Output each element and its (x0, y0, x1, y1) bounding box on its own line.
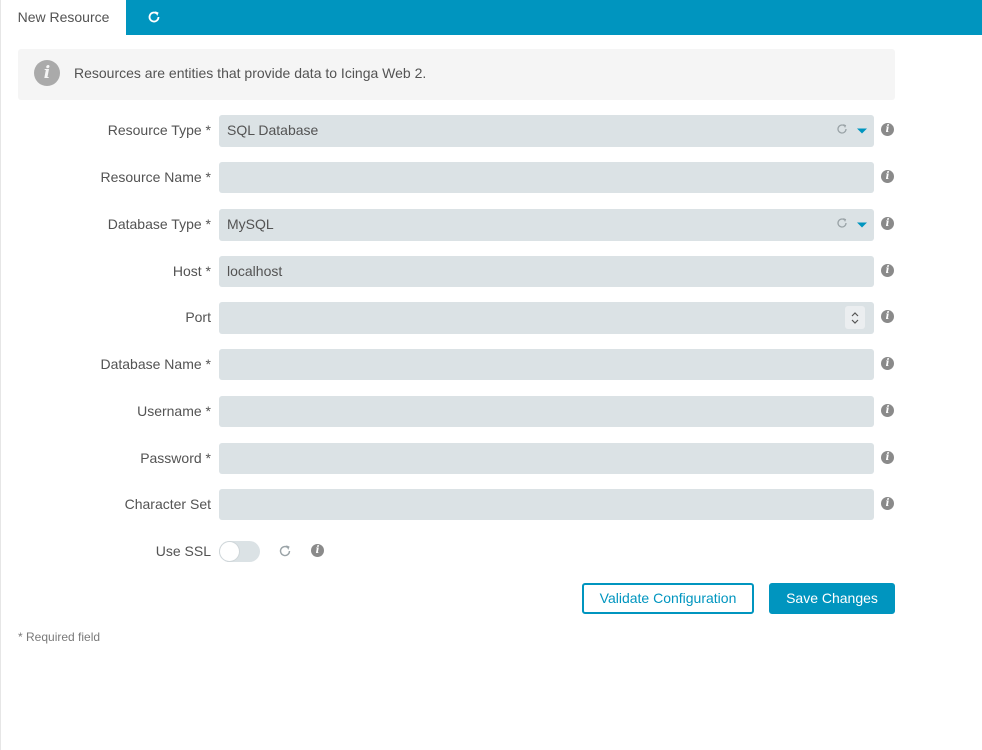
port-input[interactable] (219, 302, 874, 334)
database-type-help-icon[interactable]: i (881, 217, 894, 230)
username-input[interactable] (219, 396, 874, 427)
resource-type-value: SQL Database (227, 122, 319, 138)
row-password: Password * i (1, 443, 901, 475)
tab-new-resource[interactable]: New Resource (1, 0, 126, 35)
chevron-down-icon (856, 209, 868, 239)
host-label: Host * (172, 263, 211, 279)
character-set-help-icon[interactable]: i (881, 497, 894, 510)
resource-type-label: Resource Type * (107, 122, 211, 138)
page: New Resource i Resources are entities th… (0, 0, 982, 750)
port-stepper[interactable] (845, 306, 865, 329)
required-field-note: * Required field (18, 630, 101, 644)
database-type-select[interactable]: MySQL (219, 209, 874, 241)
refresh-icon (147, 9, 161, 25)
host-input[interactable]: localhost (219, 256, 874, 287)
row-port: Port i (1, 302, 901, 334)
resource-type-select[interactable]: SQL Database (219, 115, 874, 147)
username-label: Username * (137, 403, 211, 419)
character-set-label: Character Set (124, 496, 211, 512)
port-label: Port (185, 309, 211, 325)
autosubmit-refresh-icon (836, 115, 848, 145)
row-host: Host * localhost i (1, 256, 901, 288)
use-ssl-label: Use SSL (155, 543, 211, 559)
row-resource-name: Resource Name * i (1, 162, 901, 194)
port-help-icon[interactable]: i (881, 310, 894, 323)
password-input[interactable] (219, 443, 874, 474)
resource-name-input[interactable] (219, 162, 874, 193)
row-resource-type: Resource Type * SQL Database i (1, 115, 901, 147)
stepper-arrows-icon (851, 311, 859, 324)
row-username: Username * i (1, 396, 901, 428)
autosubmit-refresh-icon (278, 544, 292, 561)
database-name-help-icon[interactable]: i (881, 357, 894, 370)
row-character-set: Character Set i (1, 489, 901, 521)
row-use-ssl: Use SSL i (1, 536, 901, 568)
row-database-name: Database Name * i (1, 349, 901, 381)
username-help-icon[interactable]: i (881, 404, 894, 417)
row-database-type: Database Type * MySQL i (1, 209, 901, 241)
use-ssl-toggle[interactable] (219, 541, 260, 562)
toggle-knob (220, 542, 239, 561)
save-changes-button[interactable]: Save Changes (769, 583, 895, 614)
info-message: i Resources are entities that provide da… (18, 49, 895, 100)
autosubmit-refresh-icon (836, 209, 848, 239)
info-icon: i (34, 60, 60, 86)
database-name-label: Database Name * (100, 356, 211, 372)
database-type-value: MySQL (227, 216, 274, 232)
character-set-input[interactable] (219, 489, 874, 520)
password-label: Password * (140, 450, 211, 466)
info-text: Resources are entities that provide data… (74, 65, 427, 81)
resource-name-label: Resource Name * (100, 169, 212, 185)
tab-new-resource-label: New Resource (17, 9, 110, 25)
tab-bar: New Resource (1, 0, 982, 35)
use-ssl-help-icon[interactable]: i (311, 544, 324, 557)
refresh-tab-button[interactable] (126, 0, 182, 35)
validate-configuration-button[interactable]: Validate Configuration (582, 583, 754, 614)
resource-type-help-icon[interactable]: i (881, 123, 894, 136)
database-type-label: Database Type * (107, 216, 211, 232)
chevron-down-icon (856, 115, 868, 145)
password-help-icon[interactable]: i (881, 451, 894, 464)
resource-name-help-icon[interactable]: i (881, 170, 894, 183)
host-help-icon[interactable]: i (881, 264, 894, 277)
database-name-input[interactable] (219, 349, 874, 380)
